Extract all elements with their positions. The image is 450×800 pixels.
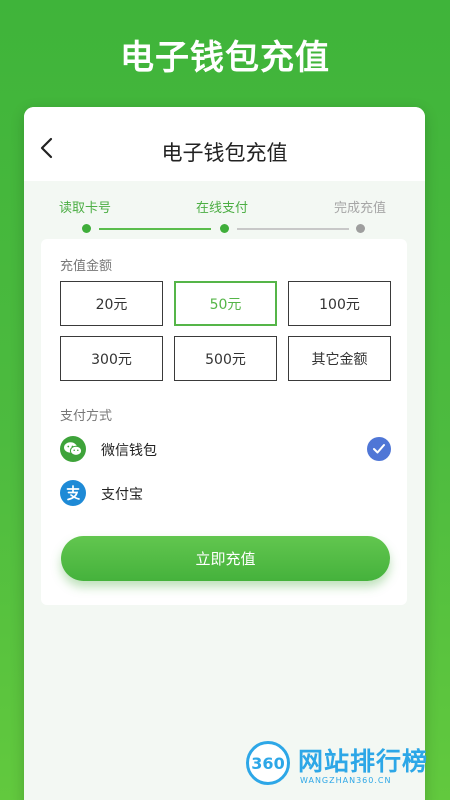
step-label-read-card: 读取卡号 [59,201,112,216]
step-dot-current [220,224,229,233]
page-title: 电子钱包充值 [161,141,288,165]
watermark-text: 网站排行榜 [298,747,429,776]
hero-title: 电子钱包充值 [120,38,330,78]
payment-option-alipay[interactable]: 支付宝 [60,477,391,509]
check-icon[interactable] [367,437,391,461]
phone-screen: 电子钱包充值 读取卡号 在线支付 完成充值 充值金额 20元 50元 100元 … [24,107,425,800]
step-line-done [99,228,211,230]
payment-option-wechat[interactable]: 微信钱包 [60,433,391,465]
amount-option-20[interactable]: 20元 [60,281,163,326]
step-line-pending [237,228,349,230]
step-dot-done [82,224,91,233]
payment-label-alipay: 支付宝 [101,487,143,503]
step-label-online-pay: 在线支付 [196,201,249,216]
alipay-icon [60,480,86,506]
amount-section-label: 充值金额 [60,259,113,274]
payment-label-wechat: 微信钱包 [101,443,157,459]
payment-section-label: 支付方式 [60,409,113,424]
progress-steps: 读取卡号 在线支付 完成充值 [24,181,425,241]
amount-option-300[interactable]: 300元 [60,336,163,381]
amount-option-50[interactable]: 50元 [174,281,277,326]
watermark-subtext: WANGZHAN360.CN [300,776,392,785]
watermark-logo: 360 [246,741,290,785]
step-dot-pending [356,224,365,233]
wechat-icon [60,436,86,462]
amount-option-other[interactable]: 其它金额 [288,336,391,381]
step-label-complete: 完成充值 [334,201,387,216]
recharge-card: 充值金额 20元 50元 100元 300元 500元 其它金额 支付方式 微信… [41,239,407,605]
amount-option-500[interactable]: 500元 [174,336,277,381]
nav-bar: 电子钱包充值 [24,107,425,181]
amount-option-100[interactable]: 100元 [288,281,391,326]
recharge-now-button[interactable]: 立即充值 [61,536,390,581]
watermark: 360 网站排行榜 WANGZHAN360.CN [246,738,446,794]
